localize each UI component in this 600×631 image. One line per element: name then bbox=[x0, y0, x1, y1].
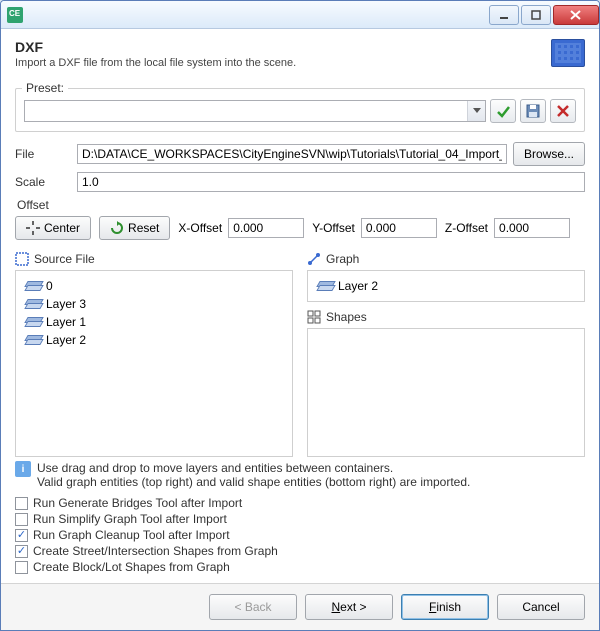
layer-item[interactable]: Layer 2 bbox=[314, 277, 578, 295]
preset-label: Preset: bbox=[22, 81, 68, 95]
y-offset-label: Y-Offset bbox=[312, 221, 355, 235]
checkbox[interactable] bbox=[15, 561, 28, 574]
graph-icon bbox=[307, 252, 321, 266]
checkbox[interactable] bbox=[15, 497, 28, 510]
reset-icon bbox=[110, 221, 124, 235]
close-button[interactable] bbox=[553, 5, 599, 25]
checkbox-label: Run Graph Cleanup Tool after Import bbox=[33, 528, 230, 542]
file-label: File bbox=[15, 147, 71, 161]
layer-label: Layer 1 bbox=[46, 315, 86, 329]
source-file-header: Source File bbox=[15, 252, 293, 266]
checkbox-label: Create Street/Intersection Shapes from G… bbox=[33, 544, 278, 558]
layer-item[interactable]: 0 bbox=[22, 277, 286, 295]
dialog-window: DXF Import a DXF file from the local fil… bbox=[0, 0, 600, 631]
preset-combo[interactable] bbox=[24, 100, 486, 122]
layer-item[interactable]: Layer 1 bbox=[22, 313, 286, 331]
option-row[interactable]: Run Generate Bridges Tool after Import bbox=[15, 495, 585, 511]
source-file-icon bbox=[15, 252, 29, 266]
maximize-button[interactable] bbox=[521, 5, 551, 25]
layer-label: Layer 2 bbox=[46, 333, 86, 347]
layer-label: Layer 2 bbox=[338, 279, 378, 293]
shapes-icon bbox=[307, 310, 321, 324]
layer-label: Layer 3 bbox=[46, 297, 86, 311]
graph-header: Graph bbox=[307, 252, 585, 266]
shapes-header: Shapes bbox=[307, 310, 585, 324]
dxf-icon bbox=[551, 39, 585, 67]
graph-list[interactable]: Layer 2 bbox=[307, 270, 585, 302]
preset-group: Preset: bbox=[15, 88, 585, 132]
layer-label: 0 bbox=[46, 279, 53, 293]
source-file-list[interactable]: 0 Layer 3 Layer 1 Layer 2 bbox=[15, 270, 293, 457]
option-row[interactable]: Create Block/Lot Shapes from Graph bbox=[15, 559, 585, 575]
wizard-footer: < Back Next > Finish Cancel bbox=[1, 583, 599, 630]
info-text: Use drag and drop to move layers and ent… bbox=[37, 461, 470, 489]
scale-label: Scale bbox=[15, 175, 71, 189]
z-offset-label: Z-Offset bbox=[445, 221, 488, 235]
preset-apply-button[interactable] bbox=[490, 99, 516, 123]
file-input[interactable] bbox=[77, 144, 507, 164]
next-button[interactable]: Next > bbox=[305, 594, 393, 620]
checkbox[interactable] bbox=[15, 513, 28, 526]
z-offset-input[interactable] bbox=[494, 218, 570, 238]
layer-icon bbox=[26, 335, 40, 345]
back-button: < Back bbox=[209, 594, 297, 620]
checkbox[interactable] bbox=[15, 529, 28, 542]
options-list: Run Generate Bridges Tool after Import Ru… bbox=[15, 495, 585, 575]
preset-input[interactable] bbox=[25, 101, 467, 121]
layer-item[interactable]: Layer 2 bbox=[22, 331, 286, 349]
option-row[interactable]: Run Simplify Graph Tool after Import bbox=[15, 511, 585, 527]
x-offset-label: X-Offset bbox=[178, 221, 222, 235]
offset-label: Offset bbox=[17, 198, 585, 212]
layer-icon bbox=[26, 281, 40, 291]
reset-button[interactable]: Reset bbox=[99, 216, 170, 240]
finish-button[interactable]: Finish bbox=[401, 594, 489, 620]
checkbox[interactable] bbox=[15, 545, 28, 558]
browse-button[interactable]: Browse... bbox=[513, 142, 585, 166]
preset-dropdown-button[interactable] bbox=[467, 101, 485, 121]
layer-icon bbox=[26, 317, 40, 327]
preset-delete-button[interactable] bbox=[550, 99, 576, 123]
x-offset-input[interactable] bbox=[228, 218, 304, 238]
minimize-button[interactable] bbox=[489, 5, 519, 25]
checkbox-label: Create Block/Lot Shapes from Graph bbox=[33, 560, 230, 574]
option-row[interactable]: Run Graph Cleanup Tool after Import bbox=[15, 527, 585, 543]
y-offset-input[interactable] bbox=[361, 218, 437, 238]
scale-input[interactable] bbox=[77, 172, 585, 192]
cancel-button[interactable]: Cancel bbox=[497, 594, 585, 620]
layer-icon bbox=[26, 299, 40, 309]
titlebar bbox=[1, 1, 599, 29]
center-icon bbox=[26, 221, 40, 235]
checkbox-label: Run Simplify Graph Tool after Import bbox=[33, 512, 227, 526]
center-button[interactable]: Center bbox=[15, 216, 91, 240]
option-row[interactable]: Create Street/Intersection Shapes from G… bbox=[15, 543, 585, 559]
page-subtitle: Import a DXF file from the local file sy… bbox=[15, 57, 296, 69]
layer-item[interactable]: Layer 3 bbox=[22, 295, 286, 313]
layer-icon bbox=[318, 281, 332, 291]
page-title: DXF bbox=[15, 39, 296, 55]
info-icon: i bbox=[15, 461, 31, 477]
app-icon bbox=[7, 7, 23, 23]
checkbox-label: Run Generate Bridges Tool after Import bbox=[33, 496, 242, 510]
shapes-list[interactable] bbox=[307, 328, 585, 457]
preset-save-button[interactable] bbox=[520, 99, 546, 123]
